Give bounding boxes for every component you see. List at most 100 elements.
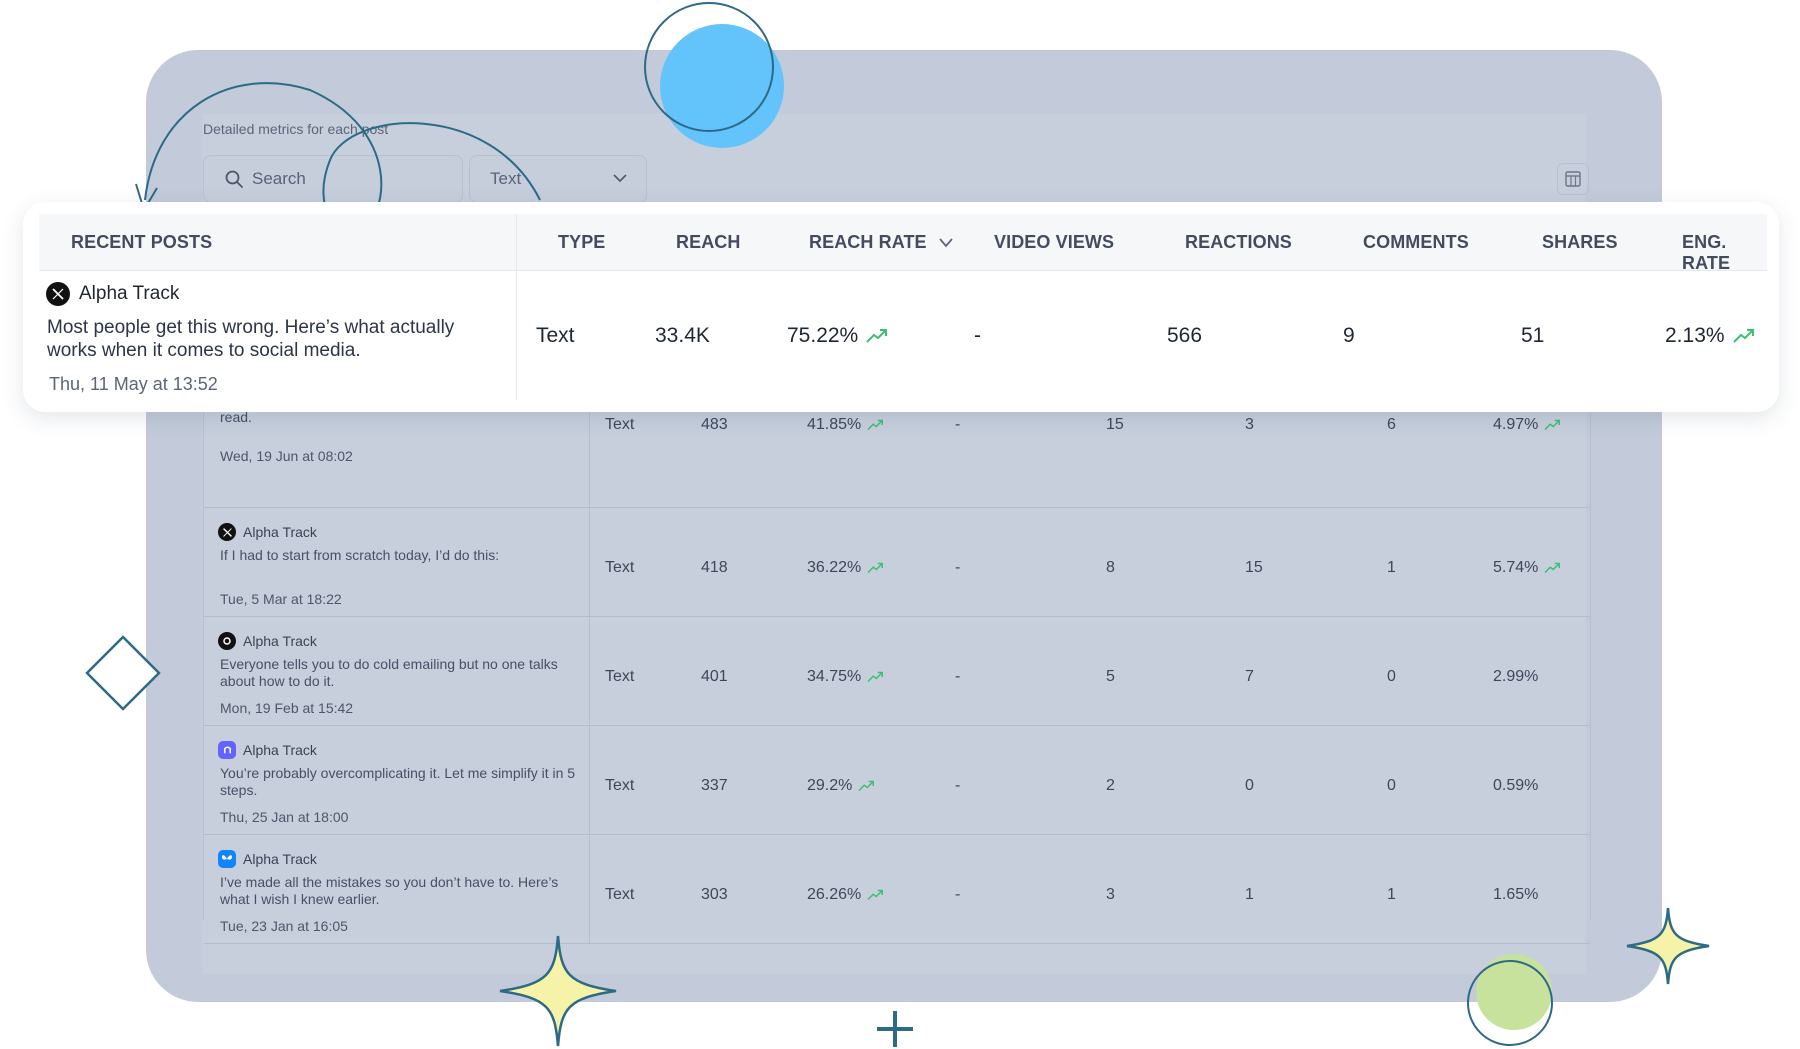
trend-up-icon — [1544, 419, 1561, 431]
column-divider — [516, 214, 517, 400]
reach-rate-value: 26.26% — [807, 886, 862, 903]
post-text[interactable]: You’re probably overcomplicating it. Let… — [220, 765, 580, 799]
decorative-plus — [877, 1011, 913, 1047]
eng-rate-value: 1.65% — [1493, 886, 1539, 903]
col-type[interactable]: TYPE — [558, 232, 605, 253]
x-logo-icon — [218, 523, 236, 541]
col-reach[interactable]: REACH — [676, 232, 741, 253]
cell-shares: 6 — [1387, 416, 1396, 433]
cell-reactions: 8 — [1106, 559, 1115, 576]
post-account[interactable]: Alpha Track — [218, 632, 317, 650]
cell-reach: 401 — [701, 668, 728, 685]
cell-reach-rate: 36.22% — [807, 559, 884, 577]
cell-type: Text — [605, 886, 635, 903]
cell-reach-rate: 26.26% — [807, 886, 884, 904]
threads-logo-icon — [218, 632, 236, 650]
post-date: Wed, 19 Jun at 08:02 — [220, 448, 353, 464]
column-divider — [589, 725, 590, 834]
decorative-circle-outline — [644, 2, 774, 132]
post-text[interactable]: If I had to start from scratch today, I’… — [220, 547, 580, 564]
trend-up-icon — [1544, 562, 1561, 574]
trend-up-icon — [867, 889, 884, 901]
post-account[interactable]: Alpha Track — [218, 741, 317, 759]
cell-eng-rate: 1.65% — [1493, 886, 1538, 904]
cell-comments: 9 — [1343, 324, 1355, 347]
col-video-views[interactable]: VIDEO VIEWS — [994, 232, 1114, 253]
cell-reactions: 2 — [1106, 777, 1115, 794]
cell-video-views: - — [955, 416, 961, 433]
featured-post-card[interactable]: RECENT POSTS TYPE REACH REACH RATE VIDEO… — [23, 202, 1779, 412]
cell-type: Text — [605, 777, 635, 794]
cell-comments: 7 — [1245, 668, 1254, 685]
cell-shares: 0 — [1387, 777, 1396, 794]
reach-rate-value: 29.2% — [807, 777, 853, 794]
decorative-sparkle — [1626, 907, 1710, 985]
reach-rate-value: 34.75% — [807, 668, 862, 685]
bluesky-logo-icon — [218, 850, 236, 868]
decorative-diamond — [85, 635, 161, 711]
cell-reactions: 5 — [1106, 668, 1115, 685]
table-columns-icon — [1565, 171, 1581, 187]
cell-type: Text — [605, 416, 635, 433]
cell-reactions: 566 — [1167, 324, 1203, 347]
col-reactions[interactable]: REACTIONS — [1185, 232, 1292, 253]
col-comments[interactable]: COMMENTS — [1363, 232, 1469, 253]
post-account[interactable]: Alpha Track — [46, 282, 179, 306]
reach-rate-value: 36.22% — [807, 559, 862, 576]
col-recent-posts[interactable]: RECENT POSTS — [71, 232, 212, 253]
cell-shares: 0 — [1387, 668, 1396, 685]
col-shares[interactable]: SHARES — [1542, 232, 1618, 253]
post-text[interactable]: Most people get this wrong. Here’s what … — [47, 316, 502, 362]
post-account[interactable]: Alpha Track — [218, 850, 317, 868]
trend-up-icon — [866, 329, 888, 343]
trend-up-icon — [858, 780, 875, 792]
cell-video-views: - — [955, 886, 961, 903]
decorative-circle-outline — [1467, 960, 1553, 1046]
trend-up-icon — [867, 671, 884, 683]
column-divider — [589, 398, 590, 507]
sort-chevron-icon[interactable] — [938, 236, 954, 250]
post-date: Tue, 23 Jan at 16:05 — [220, 918, 348, 934]
post-date: Mon, 19 Feb at 15:42 — [220, 700, 354, 716]
col-eng-rate[interactable]: ENG. RATE — [1682, 232, 1767, 274]
cell-eng-rate: 0.59% — [1493, 777, 1538, 795]
cell-reach-rate: 29.2% — [807, 777, 875, 795]
table-header: RECENT POSTS TYPE REACH REACH RATE VIDEO… — [39, 214, 1767, 274]
table-row[interactable]: This took me years to learn but it’ll ta… — [204, 392, 1590, 508]
eng-rate-value: 5.74% — [1493, 559, 1539, 576]
cell-video-views: - — [955, 777, 961, 794]
cell-video-views: - — [974, 324, 981, 347]
table-row[interactable]: Alpha Track I’ve made all the mistakes so… — [204, 834, 1590, 944]
eng-rate-value: 4.97% — [1493, 416, 1539, 433]
trend-up-icon — [867, 419, 884, 431]
col-reach-rate[interactable]: REACH RATE — [809, 232, 927, 253]
cell-reach: 337 — [701, 777, 728, 794]
trend-up-icon — [867, 562, 884, 574]
columns-button[interactable] — [1557, 163, 1589, 195]
post-account[interactable]: Alpha Track — [218, 523, 317, 541]
post-text[interactable]: Everyone tells you to do cold emailing b… — [220, 656, 580, 690]
cell-reach: 303 — [701, 886, 728, 903]
cell-eng-rate: 5.74% — [1493, 559, 1561, 577]
table-row[interactable]: Alpha Track You’re probably overcomplicat… — [204, 725, 1590, 835]
account-name: Alpha Track — [79, 283, 180, 304]
x-logo-icon — [46, 282, 70, 306]
cell-reach-rate: 41.85% — [807, 416, 884, 434]
table-row[interactable]: Alpha Track Everyone tells you to do cold… — [204, 616, 1590, 726]
cell-shares: 1 — [1387, 559, 1396, 576]
cell-reach-rate: 75.22% — [787, 324, 888, 348]
posts-table: This took me years to learn but it’ll ta… — [203, 392, 1591, 944]
table-row[interactable]: Alpha Track If I had to start from scratc… — [204, 507, 1590, 617]
cell-video-views: - — [955, 668, 961, 685]
account-name: Alpha Track — [243, 524, 317, 540]
cell-eng-rate: 4.97% — [1493, 416, 1561, 434]
mastodon-logo-icon — [218, 741, 236, 759]
column-divider — [589, 507, 590, 616]
reach-rate-value: 75.22% — [787, 324, 859, 347]
post-text[interactable]: I’ve made all the mistakes so you don’t … — [220, 874, 580, 908]
cell-reach: 483 — [701, 416, 728, 433]
cell-video-views: - — [955, 559, 961, 576]
cell-comments: 15 — [1245, 559, 1263, 576]
account-name: Alpha Track — [243, 742, 317, 758]
reach-rate-value: 41.85% — [807, 416, 862, 433]
